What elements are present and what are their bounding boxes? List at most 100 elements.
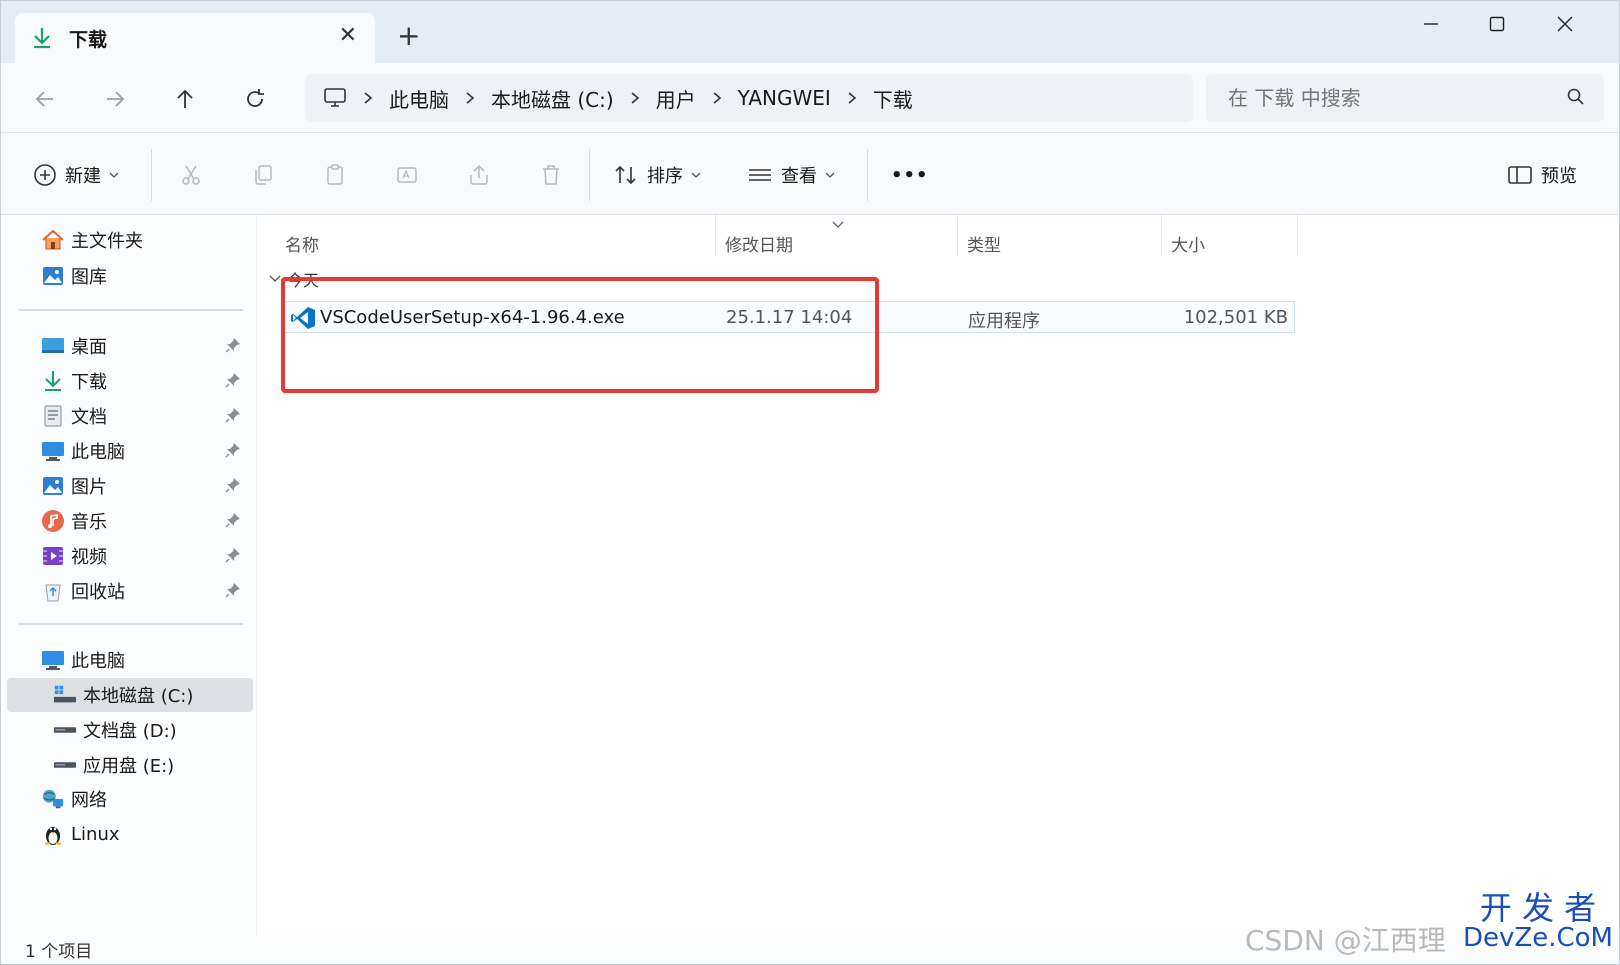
drive-c-icon [53, 683, 77, 707]
delete-button[interactable] [533, 157, 569, 193]
sidebar-item-label: Linux [71, 823, 120, 845]
chevron-right-icon [363, 91, 373, 105]
chevron-down-icon [691, 171, 701, 179]
search-input[interactable] [1228, 86, 1548, 110]
sidebar-item-this-pc[interactable]: 此电脑 [1, 434, 253, 468]
up-button[interactable] [167, 81, 203, 117]
column-header-size[interactable]: 大小 [1171, 225, 1205, 261]
sidebar-item-label: 此电脑 [71, 651, 125, 672]
column-divider[interactable] [1161, 215, 1162, 255]
sidebar-tree-linux[interactable]: Linux [1, 817, 253, 851]
search-icon[interactable] [1566, 87, 1586, 111]
file-name[interactable]: VSCodeUserSetup-x64-1.96.4.exe [320, 307, 625, 328]
sidebar-item-gallery[interactable]: 图库 [1, 259, 253, 293]
drive-icon [53, 753, 77, 777]
home-icon [41, 228, 65, 252]
sidebar-tree-drive-e[interactable]: 应用盘 (E:) [1, 748, 253, 782]
sidebar-tree-drive-d[interactable]: 文档盘 (D:) [1, 713, 253, 747]
sidebar-tree-this-pc[interactable]: 此电脑 [1, 643, 253, 677]
sidebar-item-label: 图片 [71, 477, 107, 498]
new-tab-button[interactable]: + [397, 19, 420, 52]
file-list-pane: 名称 修改日期 类型 大小 今天 VSCodeUserSetup-x64-1.9… [257, 215, 1619, 935]
network-icon [41, 787, 65, 811]
tab-downloads[interactable]: 下载 ✕ [15, 13, 375, 63]
pin-icon[interactable] [225, 547, 241, 568]
more-options-button[interactable]: ••• [891, 157, 929, 193]
view-button-label: 查看 [781, 166, 817, 187]
title-bar: 下载 ✕ + [1, 1, 1619, 63]
preview-label: 预览 [1541, 166, 1577, 187]
forward-button[interactable] [97, 81, 133, 117]
file-size: 102,501 KB [1183, 307, 1288, 328]
chevron-down-icon [269, 274, 281, 284]
sidebar-item-home[interactable]: 主文件夹 [1, 223, 253, 257]
sidebar-item-desktop[interactable]: 桌面 [1, 329, 253, 363]
list-view-icon [747, 163, 773, 187]
view-button[interactable]: 查看 [747, 157, 835, 193]
column-header-type[interactable]: 类型 [967, 225, 1001, 261]
maximize-button[interactable] [1467, 7, 1527, 41]
breadcrumb-this-pc[interactable]: 此电脑 [389, 84, 449, 113]
group-header-label: 今天 [287, 271, 320, 290]
sidebar-divider [19, 309, 243, 311]
pin-icon[interactable] [225, 477, 241, 498]
paste-button[interactable] [317, 157, 353, 193]
sidebar-tree-network[interactable]: 网络 [1, 782, 253, 816]
plus-circle-icon [33, 163, 57, 187]
cut-button[interactable] [173, 157, 209, 193]
sidebar-item-label: 文档 [71, 407, 107, 428]
chevron-right-icon [630, 91, 640, 105]
tab-close-button[interactable]: ✕ [339, 23, 357, 48]
download-icon [29, 25, 55, 51]
table-row[interactable]: VSCodeUserSetup-x64-1.96.4.exe 25.1.17 1… [283, 301, 1295, 333]
sidebar-item-pictures[interactable]: 图片 [1, 469, 253, 503]
new-button[interactable]: 新建 [33, 157, 119, 193]
back-button[interactable] [27, 81, 63, 117]
address-bar[interactable]: 此电脑 本地磁盘 (C:) 用户 YANGWEI 下载 [305, 74, 1193, 122]
copy-button[interactable] [245, 157, 281, 193]
preview-pane-button[interactable]: 预览 [1507, 157, 1577, 193]
file-type: 应用程序 [968, 311, 1040, 332]
file-explorer-window: 下载 ✕ + 此电脑 本地磁盘 (C:) 用户 YANGWEI 下载 在 下载 … [0, 0, 1620, 965]
pin-icon[interactable] [225, 512, 241, 533]
picture-icon [41, 474, 65, 498]
breadcrumb-user-folder[interactable]: YANGWEI [738, 86, 831, 110]
sidebar-item-documents[interactable]: 文档 [1, 399, 253, 433]
pin-icon[interactable] [225, 337, 241, 358]
close-window-button[interactable] [1535, 7, 1595, 41]
column-divider[interactable] [957, 215, 958, 255]
sidebar-item-music[interactable]: 音乐 [1, 504, 253, 538]
pin-icon[interactable] [225, 442, 241, 463]
column-header-modified[interactable]: 修改日期 [725, 225, 793, 261]
sidebar-tree-drive-c[interactable]: 本地磁盘 (C:) [7, 678, 253, 712]
sidebar-item-recycle-bin[interactable]: 回收站 [1, 574, 253, 608]
arrow-right-icon [107, 91, 125, 107]
column-header-name[interactable]: 名称 [285, 225, 319, 261]
column-divider[interactable] [1297, 215, 1298, 255]
chevron-down-icon [825, 171, 835, 179]
column-divider[interactable] [715, 215, 716, 255]
rename-icon [397, 167, 417, 183]
clipboard-icon [327, 164, 343, 185]
group-header-today[interactable]: 今天 [269, 267, 319, 291]
devze-watermark-bottom: DevZe.CoM [1463, 923, 1613, 953]
document-icon [41, 404, 65, 428]
pin-icon[interactable] [225, 372, 241, 393]
rename-button[interactable] [389, 157, 425, 193]
pin-icon[interactable] [225, 407, 241, 428]
item-count: 1 个项目 [25, 942, 93, 962]
vscode-icon [290, 306, 316, 334]
toolbar-divider [589, 149, 590, 201]
refresh-button[interactable] [237, 81, 273, 117]
breadcrumb-local-disk[interactable]: 本地磁盘 (C:) [491, 84, 614, 113]
sidebar-item-downloads[interactable]: 下载 [1, 364, 253, 398]
recycle-bin-icon [41, 579, 65, 603]
minimize-button[interactable] [1401, 7, 1461, 41]
breadcrumb-downloads[interactable]: 下载 [873, 84, 913, 113]
sort-button[interactable]: 排序 [613, 157, 701, 193]
search-box[interactable] [1206, 74, 1604, 122]
share-button[interactable] [461, 157, 497, 193]
sidebar-item-videos[interactable]: 视频 [1, 539, 253, 573]
breadcrumb-users[interactable]: 用户 [656, 84, 696, 113]
pin-icon[interactable] [225, 582, 241, 603]
